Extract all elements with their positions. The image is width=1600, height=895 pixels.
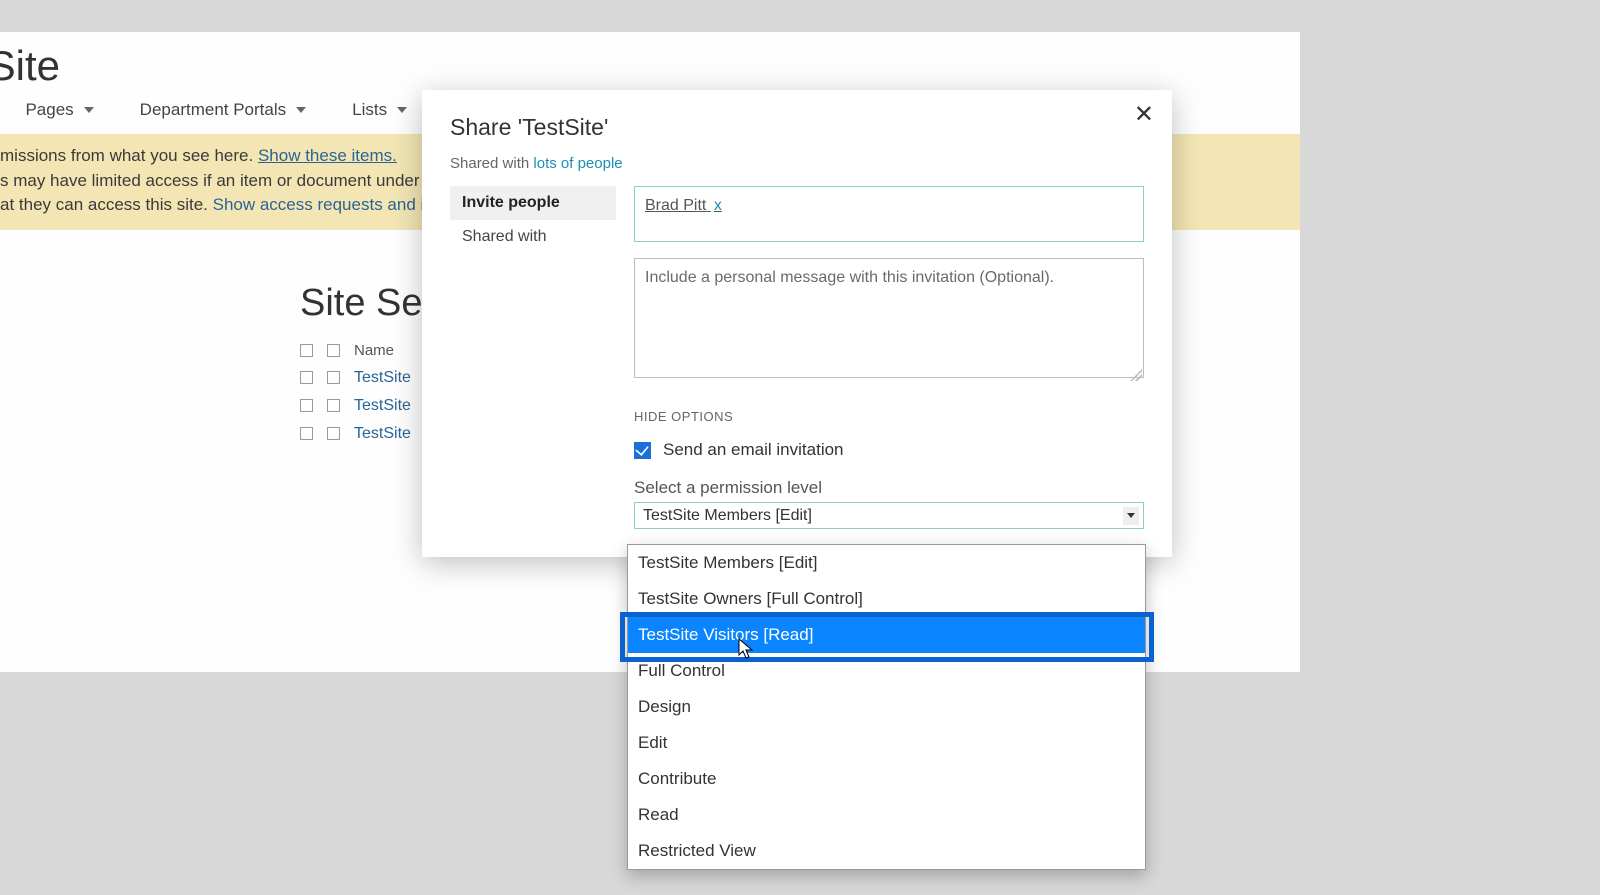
dropdown-option[interactable]: TestSite Owners [Full Control]	[628, 581, 1145, 617]
remove-person-button[interactable]: x	[711, 197, 722, 214]
send-email-label: Send an email invitation	[663, 440, 844, 460]
dropdown-option[interactable]: Contribute	[628, 761, 1145, 797]
row-checkbox[interactable]	[300, 399, 313, 412]
chevron-down-icon	[397, 107, 407, 113]
person-chip: Brad Pitt x	[645, 197, 722, 214]
row-checkbox[interactable]	[300, 371, 313, 384]
permission-level-select[interactable]: TestSite Members [Edit]	[634, 502, 1144, 529]
nav-item-department-portals[interactable]: Department Portals	[140, 100, 306, 120]
shared-prefix: Shared with	[450, 155, 533, 172]
chevron-down-icon	[1123, 507, 1139, 525]
invitation-message-input[interactable]	[634, 258, 1144, 378]
dropdown-option[interactable]: Design	[628, 689, 1145, 725]
send-email-row: Send an email invitation	[634, 440, 1144, 460]
share-dialog: ✕ Share 'TestSite' Shared with lots of p…	[422, 90, 1172, 557]
person-name: Brad Pitt	[645, 197, 706, 214]
dropdown-option[interactable]: TestSite Members [Edit]	[628, 545, 1145, 581]
close-button[interactable]: ✕	[1134, 100, 1154, 129]
permission-dropdown: TestSite Members [Edit] TestSite Owners …	[627, 544, 1146, 870]
select-value: TestSite Members [Edit]	[643, 507, 812, 525]
row-checkbox[interactable]	[327, 427, 340, 440]
row-checkbox[interactable]	[300, 427, 313, 440]
people-picker-input[interactable]: Brad Pitt x	[634, 186, 1144, 242]
close-icon: ✕	[1134, 101, 1154, 128]
column-header-name[interactable]: Name	[354, 342, 394, 359]
nav-item-pages[interactable]: Pages	[25, 100, 93, 120]
list-item-name[interactable]: TestSite	[354, 425, 411, 443]
tab-shared-with[interactable]: Shared with	[450, 220, 616, 254]
notice-text: at they can access this site.	[0, 195, 213, 214]
nav-label: Pages	[25, 100, 73, 120]
dropdown-option[interactable]: Edit	[628, 725, 1145, 761]
shared-with-text: Shared with lots of people	[450, 155, 1144, 172]
shared-people-link[interactable]: lots of people	[533, 155, 622, 172]
message-wrap	[634, 242, 1144, 383]
dialog-body: Invite people Shared with Brad Pitt x HI…	[450, 186, 1144, 529]
dropdown-option-selected[interactable]: TestSite Visitors [Read]	[628, 617, 1145, 653]
select-all-checkbox[interactable]	[300, 344, 313, 357]
nav-label: Department Portals	[140, 100, 286, 120]
list-item-name[interactable]: TestSite	[354, 369, 411, 387]
site-title: stSite	[0, 32, 1300, 90]
tab-invite-people[interactable]: Invite people	[450, 186, 616, 220]
row-checkbox[interactable]	[327, 399, 340, 412]
dialog-title: Share 'TestSite'	[450, 114, 1144, 141]
nav-label: Lists	[352, 100, 387, 120]
dropdown-option[interactable]: Restricted View	[628, 833, 1145, 869]
row-checkbox[interactable]	[327, 371, 340, 384]
dialog-tabs: Invite people Shared with	[450, 186, 616, 529]
show-items-link[interactable]: Show these items.	[258, 146, 397, 165]
notice-text: missions from what you see here.	[0, 146, 258, 165]
send-email-checkbox[interactable]	[634, 442, 651, 459]
dropdown-option[interactable]: Full Control	[628, 653, 1145, 689]
form-column: Brad Pitt x HIDE OPTIONS Send an email i…	[634, 186, 1144, 529]
chevron-down-icon	[296, 107, 306, 113]
permission-level-label: Select a permission level	[634, 478, 1144, 498]
dropdown-option[interactable]: Read	[628, 797, 1145, 833]
chevron-down-icon	[84, 107, 94, 113]
list-item-name[interactable]: TestSite	[354, 397, 411, 415]
nav-item-lists[interactable]: Lists	[352, 100, 407, 120]
hide-options-link[interactable]: HIDE OPTIONS	[634, 409, 1144, 424]
column-checkbox[interactable]	[327, 344, 340, 357]
resize-grip-icon[interactable]	[1130, 369, 1142, 381]
